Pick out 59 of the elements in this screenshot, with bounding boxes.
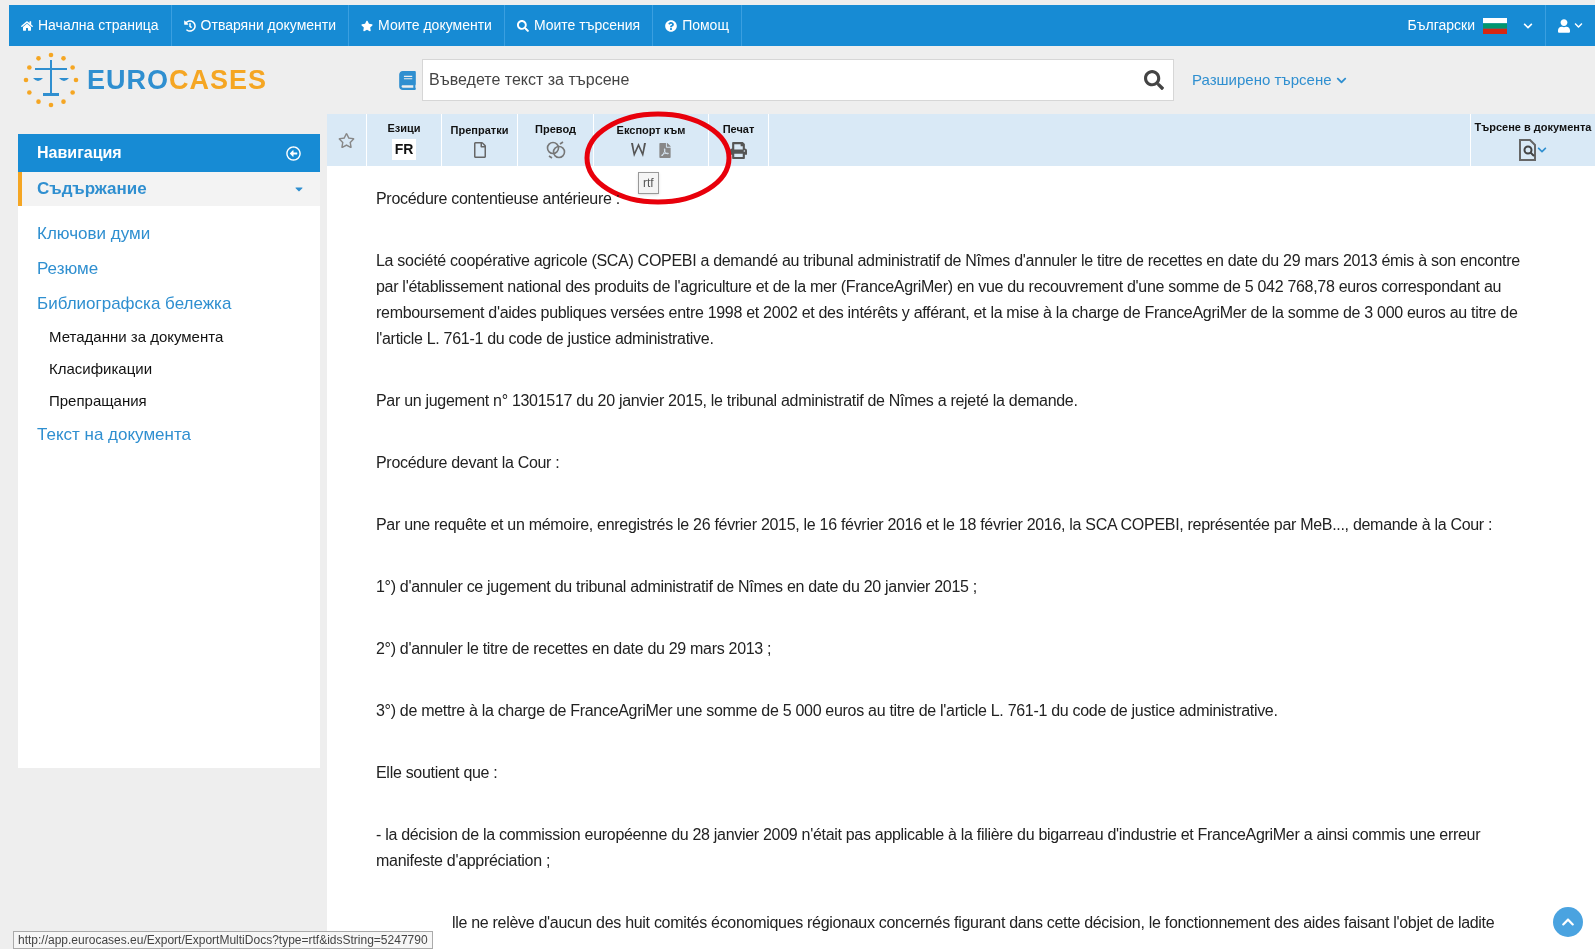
document-paragraph: Procédure devant la Cour : — [376, 453, 561, 473]
sidebar-link[interactable]: Ключови думи — [37, 216, 320, 251]
sidebar-title: Навигация — [37, 143, 122, 163]
home-icon — [21, 19, 33, 32]
document-search-icon — [1519, 139, 1537, 162]
history-icon — [183, 19, 196, 32]
sidebar-link[interactable]: Резюме — [37, 251, 320, 286]
advanced-search-link[interactable]: Разширено търсене — [1192, 68, 1347, 92]
export-tooltip: rtf — [638, 172, 659, 194]
document-search-button[interactable] — [1519, 139, 1547, 162]
document-paragraph: 2°) d'annuler le titre de recettes en date du 29 mars 2013 ; — [376, 639, 773, 659]
document-icon[interactable] — [472, 142, 487, 159]
document-paragraph: Elle soutient que : — [376, 763, 499, 783]
flag-icon — [1483, 17, 1507, 34]
nav-link[interactable]: Отваряни документи — [171, 5, 350, 46]
export-label: Експорт към — [616, 123, 686, 139]
star-icon — [338, 131, 355, 149]
scroll-to-top-button[interactable] — [1553, 907, 1583, 937]
collapse-icon[interactable] — [286, 145, 301, 161]
nav-link[interactable]: Моите документи — [349, 5, 505, 46]
search-icon[interactable] — [1144, 70, 1164, 90]
status-url: http://app.eurocases.eu/Export/ExportMultiDocs?type=rtf&idsString=5247790 — [13, 931, 433, 949]
book-icon — [399, 70, 416, 90]
sidebar-link[interactable]: Библиографска бележка — [37, 286, 320, 321]
sidebar-sublink[interactable]: Препращания — [37, 385, 320, 417]
document-paragraph: Par une requête et un mémoire, enregistrés le 26 février 2015, le 16 février 2016 et le 18 février 2016, la SCA COPEBI, représentée par MeB..., demande à la Cour : — [376, 515, 1494, 535]
document-paragraph: lle ne relève d'aucun des huit comités économiques régionaux concernés figurant dans cette décision, le fonctionnement des aides faisant l'objet de ladite — [451, 913, 1496, 933]
document-paragraph: 1°) d'annuler ce jugement du tribunal administratif de Nîmes en date du 20 janvier 2015 ; — [376, 577, 978, 597]
language-selector[interactable]: Български — [1395, 5, 1546, 46]
document-paragraph: 3°) de mettre à la charge de FranceAgriMer une somme de 5 000 euros au titre de l'article L. 761-1 du code de justice administrative. — [376, 701, 1279, 721]
nav-link[interactable]: Начална страница — [9, 5, 172, 46]
pdf-icon[interactable] — [657, 142, 672, 158]
star-icon — [361, 19, 374, 32]
chevron-down-icon — [1523, 20, 1533, 31]
sidebar-sublink[interactable]: Метаданни за документа — [37, 321, 320, 353]
search-in-document-label: Търсене в документа — [1474, 119, 1592, 135]
document-paragraph: - la décision de la commission européenne du 28 janvier 2009 n'était pas applicable à la filière du bigarreau d'industrie et FranceAgriMer a ainsi commis une erreur manifeste d'appréciation ; — [376, 825, 1482, 871]
scales-logo-icon — [21, 50, 81, 110]
print-label: Печат — [722, 122, 755, 138]
chevron-down-icon — [1574, 21, 1583, 30]
nav-link[interactable]: Помощ — [653, 5, 742, 46]
document-paragraph: Par un jugement n° 1301517 du 20 janvier 2015, le tribunal administratif de Nîmes a rejeté la demande. — [376, 391, 1079, 411]
nav-link[interactable]: Моите търсения — [504, 5, 654, 46]
references-label: Препратки — [450, 122, 509, 138]
user-icon — [1558, 18, 1570, 33]
translation-label: Превод — [535, 121, 576, 137]
logo-text: EUROCASES — [87, 63, 268, 97]
contents-section-header[interactable]: Съдържание — [18, 172, 320, 206]
word-icon[interactable] — [630, 143, 646, 158]
languages-label: Езици — [387, 120, 421, 136]
search-field[interactable]: Въведете текст за търсене — [422, 59, 1174, 101]
document-paragraph: Procédure contentieuse antérieure : — [376, 189, 621, 209]
help-icon — [665, 19, 678, 32]
document-paragraph: La société coopérative agricole (SCA) COPEBI a demandé au tribunal administratif de Nîmes d'annuler le titre de recettes en date du 29 mars 2013 émis à son encontre par l'établissement national des produits de l'agriculture et de la mer (FranceAgriMer) en vue du recouvrement d'une somme de 5 042 768,78 euros correspondant au remboursement d'aides publiques versées entre 1998 et 2002 et des intérêts y afférant, et la mise à la charge de FranceAgriMer de la somme de 3 000 euros au titre de l'article L. 761-1 du code de justice administrative. — [376, 251, 1521, 349]
search-icon — [516, 19, 529, 32]
sidebar-sublink[interactable]: Класификации — [37, 353, 320, 385]
language-button[interactable]: FR — [391, 139, 417, 161]
print-icon[interactable] — [730, 141, 747, 159]
sidebar-link[interactable]: Текст на документа — [37, 417, 320, 452]
